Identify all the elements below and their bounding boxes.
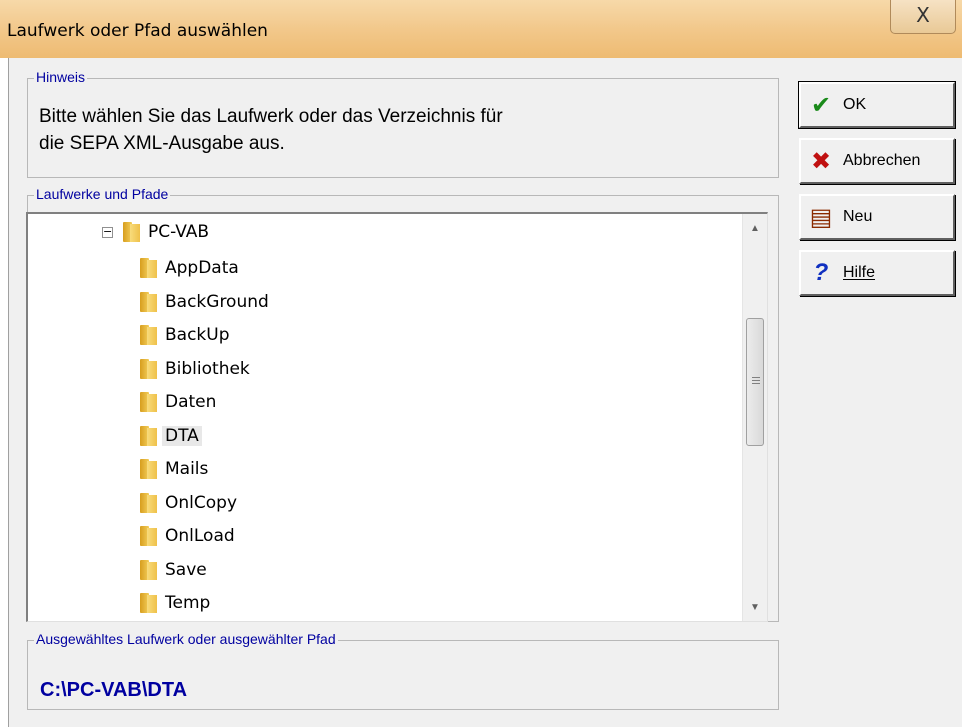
folder-icon	[140, 492, 157, 513]
tree-item-label: OnlCopy	[165, 492, 238, 513]
tree-item[interactable]: AppData	[140, 254, 239, 282]
checkmark-icon: ✔	[810, 91, 832, 119]
tree-item-label: BackUp	[165, 325, 230, 345]
tree-item[interactable]: DTA	[140, 422, 202, 450]
cross-icon: ✖	[810, 147, 832, 175]
tree-item[interactable]: BackUp	[140, 321, 230, 349]
folder-icon	[140, 392, 157, 412]
hint-line-2: die SEPA XML-Ausgabe aus.	[39, 133, 285, 154]
help-button-label: Hilfe	[843, 264, 876, 281]
folder-icon	[123, 222, 140, 242]
cancel-button[interactable]: ✖ Abbrechen	[799, 138, 955, 184]
folder-icon	[140, 526, 157, 546]
close-button[interactable]: X	[890, 0, 956, 34]
cancel-button-label: Abbrechen	[843, 152, 921, 169]
folder-tree[interactable]: − PC-VAB AppData BackGround BackUp Biblioth…	[26, 212, 768, 622]
tree-root-item[interactable]: − PC-VAB	[102, 218, 209, 246]
dialog-window: Laufwerk oder Pfad auswählen X Hinweis B…	[0, 0, 962, 727]
folder-icon	[140, 593, 157, 613]
title-bar[interactable]: Laufwerk oder Pfad auswählen X	[0, 0, 962, 58]
hint-text: Bitte wählen Sie das Laufwerk oder das V…	[39, 103, 739, 157]
tree-item[interactable]: Mails	[140, 455, 208, 483]
new-button-label: Neu	[843, 208, 873, 225]
tree-item-label: BackGround	[165, 291, 269, 312]
scroll-up-icon[interactable]: ▲	[743, 218, 767, 240]
tree-item-label: Bibliothek	[165, 358, 250, 379]
selected-path-label: Ausgewähltes Laufwerk oder ausgewählter …	[34, 631, 338, 647]
selected-path-group: Ausgewähltes Laufwerk oder ausgewählter …	[27, 631, 779, 710]
help-button[interactable]: ? Hilfe	[799, 250, 955, 296]
folder-icon	[140, 325, 157, 345]
tree-item-label: Save	[165, 559, 207, 580]
tree-item[interactable]: Save	[140, 556, 207, 584]
new-button[interactable]: ▤ Neu	[799, 194, 955, 240]
tree-item-label: DTA	[162, 425, 202, 446]
vertical-scrollbar[interactable]: ▲ ▼	[742, 214, 767, 621]
tree-item[interactable]: BackGround	[140, 288, 269, 316]
tree-item-label: Daten	[165, 392, 217, 412]
folder-icon	[140, 291, 157, 312]
tree-item-label: Temp	[165, 593, 211, 613]
scrollbar-thumb[interactable]	[746, 318, 764, 446]
hint-group-label: Hinweis	[34, 69, 88, 85]
collapse-icon[interactable]: −	[102, 226, 113, 238]
drives-group-label: Laufwerke und Pfade	[34, 186, 171, 202]
ok-button[interactable]: ✔ OK	[798, 81, 956, 129]
folder-icon	[140, 459, 157, 479]
folder-icon	[140, 358, 157, 379]
folder-icon	[140, 559, 157, 580]
document-list-icon: ▤	[809, 203, 833, 231]
tree-item-label: OnlLoad	[165, 526, 235, 546]
tree-item[interactable]: OnlLoad	[140, 522, 235, 550]
tree-item[interactable]: OnlCopy	[140, 489, 237, 517]
tree-item-label: PC-VAB	[148, 222, 210, 242]
tree-item[interactable]: Bibliothek	[140, 355, 250, 383]
selected-path-value: C:\PC-VAB\DTA	[40, 679, 188, 701]
tree-item-label: AppData	[165, 258, 239, 278]
ok-button-label: OK	[843, 96, 867, 113]
close-icon: X	[916, 3, 930, 27]
hint-group: Hinweis Bitte wählen Sie das Laufwerk od…	[27, 69, 779, 178]
tree-item[interactable]: Daten	[140, 388, 216, 416]
hint-line-1: Bitte wählen Sie das Laufwerk oder das V…	[39, 106, 503, 127]
folder-icon	[140, 258, 157, 278]
tree-item-label: Mails	[165, 459, 209, 479]
scroll-down-icon[interactable]: ▼	[743, 597, 767, 619]
question-icon: ?	[813, 259, 829, 286]
window-title: Laufwerk oder Pfad auswählen	[7, 21, 268, 41]
tree-item[interactable]: Temp	[140, 589, 210, 617]
folder-icon	[140, 425, 157, 446]
